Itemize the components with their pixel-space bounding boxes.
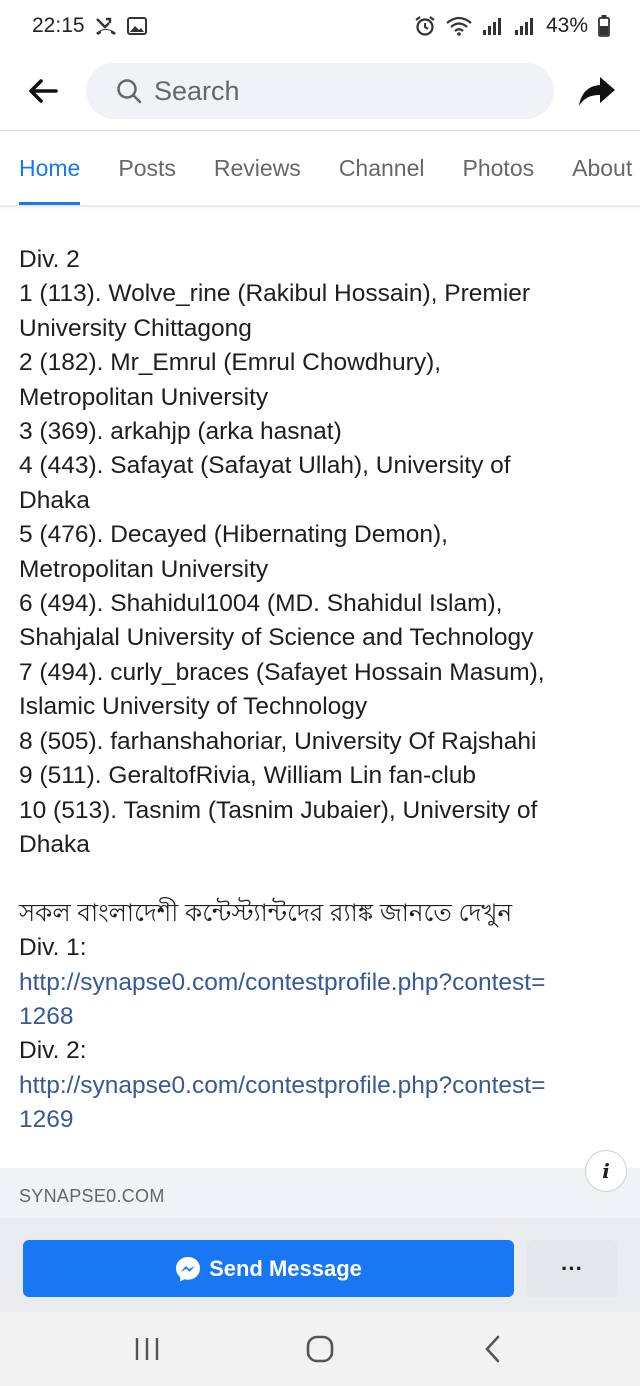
status-time: 22:15: [32, 14, 85, 37]
battery-percent: 43%: [545, 14, 588, 37]
recent-apps-button[interactable]: [107, 1319, 187, 1379]
gallery-icon: [126, 17, 147, 35]
div1-label: Div. 1:: [19, 934, 87, 962]
home-icon: [306, 1335, 334, 1363]
rank-line: 2 (182). Mr_Emrul (Emrul Chowdhury),: [19, 349, 442, 377]
chevron-left-icon: [485, 1335, 500, 1363]
info-icon[interactable]: i: [585, 1150, 627, 1192]
messenger-icon: [176, 1256, 201, 1281]
rank-line: 7 (494). curly_braces (Safayet Hossain M…: [19, 658, 545, 686]
rank-line: 3 (369). arkahjp (arka hasnat): [19, 418, 342, 446]
alarm-icon: [414, 15, 436, 37]
tabs-shadow: [0, 205, 640, 209]
rank-line: Dhaka: [19, 486, 90, 514]
div1-link-line1: http://synapse0.com/contestprofile.php?c…: [19, 968, 546, 996]
link-domain: SYNAPSE0.COM: [19, 1186, 165, 1206]
link-preview-footer[interactable]: SYNAPSE0.COM i: [0, 1150, 640, 1218]
div2-link-line2: 1269: [19, 1106, 74, 1134]
more-options-button[interactable]: ···: [527, 1240, 617, 1297]
div1-link-line2: 1268: [19, 1002, 74, 1030]
share-arrow-icon: [579, 77, 615, 106]
rank-line: 8 (505). farhanshahoriar, University Of …: [19, 727, 537, 755]
div2-label: Div. 2:: [19, 1037, 87, 1065]
back-button[interactable]: [0, 52, 86, 130]
rank-line: 9 (511). GeraltofRivia, William Lin fan-…: [19, 762, 477, 790]
send-message-button[interactable]: Send Message: [23, 1240, 514, 1297]
recent-apps-icon: [135, 1338, 158, 1360]
back-nav-button[interactable]: [453, 1319, 533, 1379]
div2-heading: Div. 2: [19, 246, 80, 273]
send-message-label: Send Message: [209, 1255, 362, 1281]
bangla-line: সকল বাংলাদেশী কন্টেস্ট্যান্টদের র‍্যাঙ্ক…: [19, 899, 513, 927]
signal-icon-2: [514, 16, 536, 36]
signal-icon: [482, 16, 504, 36]
rank-line: Islamic University of Technology: [19, 693, 368, 721]
post-body: Div. 2 1 (113). Wolve_rine (Rakibul Hoss…: [19, 243, 624, 1138]
tab-home[interactable]: Home: [0, 131, 99, 205]
action-strip: Send Message ···: [0, 1218, 640, 1312]
rank-line: Shahjalal University of Science and Tech…: [19, 624, 534, 652]
rank-line: 1 (113). Wolve_rine (Rakibul Hossain), P…: [19, 280, 531, 308]
wifi-icon: [446, 16, 472, 36]
tab-posts[interactable]: Posts: [99, 131, 195, 205]
status-right: 43%: [414, 14, 610, 38]
search-input[interactable]: Search: [86, 63, 554, 119]
tab-channel[interactable]: Channel: [320, 131, 444, 205]
missed-call-icon: [95, 16, 117, 36]
search-icon: [117, 79, 142, 104]
status-left: 22:15: [32, 14, 147, 38]
share-button[interactable]: [554, 52, 640, 130]
rank-line: 5 (476). Decayed (Hibernating Demon),: [19, 521, 448, 549]
rank-line: Dhaka: [19, 830, 90, 858]
top-bar: Search: [0, 52, 640, 130]
rank-line: Metropolitan University: [19, 555, 269, 583]
search-placeholder: Search: [154, 75, 240, 106]
back-arrow-icon: [29, 79, 58, 103]
rank-line: 4 (443). Safayat (Safayat Ullah), Univer…: [19, 452, 511, 480]
tab-reviews[interactable]: Reviews: [195, 131, 320, 205]
div1-link[interactable]: http://synapse0.com/contestprofile.php?c…: [19, 966, 624, 1035]
page-tabs: Home Posts Reviews Channel Photos About: [0, 131, 640, 205]
tab-about[interactable]: About: [553, 131, 640, 205]
tab-photos[interactable]: Photos: [444, 131, 554, 205]
rank-line: 10 (513). Tasnim (Tasnim Jubaier), Unive…: [19, 796, 538, 824]
status-bar: 22:15 43%: [0, 0, 640, 52]
system-nav-bar: [0, 1312, 640, 1386]
rank-line: Metropolitan University: [19, 383, 269, 411]
battery-icon: [598, 15, 610, 37]
div2-link[interactable]: http://synapse0.com/contestprofile.php?c…: [19, 1069, 624, 1138]
rank-line: University Chittagong: [19, 314, 252, 342]
rank-line: 6 (494). Shahidul1004 (MD. Shahidul Isla…: [19, 590, 503, 618]
div2-link-line1: http://synapse0.com/contestprofile.php?c…: [19, 1071, 546, 1099]
home-button[interactable]: [280, 1319, 360, 1379]
